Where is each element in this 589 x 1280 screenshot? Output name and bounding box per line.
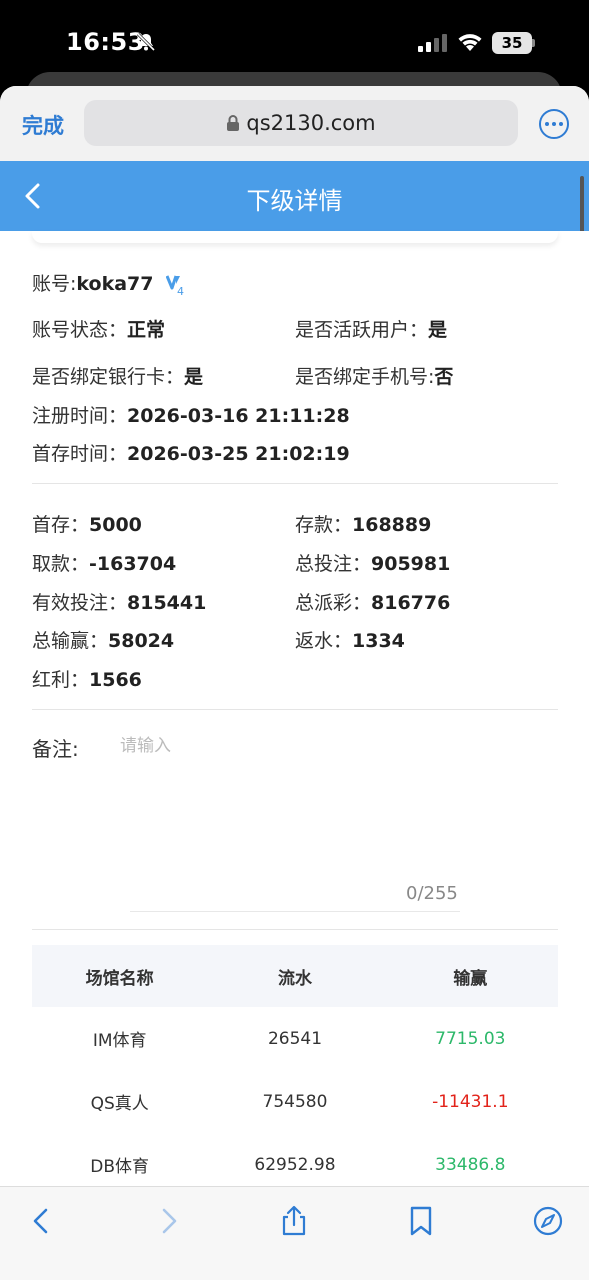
page-title: 下级详情 [246, 187, 343, 215]
stat-value: -163704 [89, 553, 177, 575]
table-header: 场馆名称 流水 输赢 [32, 945, 558, 1007]
first-deposit-time-label: 首存时间： [32, 443, 128, 465]
status-label: 账号状态： [32, 319, 128, 341]
active-label: 是否活跃用户： [295, 319, 429, 341]
stat-label: 有效投注： [32, 592, 128, 614]
safari-top-bar: 完成 qs2130.com [0, 86, 589, 161]
wifi-icon [458, 34, 482, 51]
bell-slash-icon [136, 32, 156, 52]
stat-deposit: 存款：168889 [295, 510, 431, 537]
bank-label: 是否绑定银行卡： [32, 366, 185, 388]
cell-turnover: 62952.98 [254, 1154, 336, 1175]
battery-nub [532, 39, 535, 47]
cell-turnover: 26541 [267, 1028, 323, 1049]
share-icon[interactable] [278, 1205, 310, 1237]
stat-valid-bet: 有效投注：815441 [32, 588, 206, 615]
remark-underline [130, 911, 460, 912]
cell-winloss: 33486.8 [435, 1154, 506, 1175]
stat-label: 总派彩： [295, 592, 372, 614]
phone-label: 是否绑定手机号: [295, 366, 435, 388]
stat-bonus: 红利：1566 [32, 665, 142, 692]
divider [32, 483, 558, 484]
register-time-label: 注册时间： [32, 405, 128, 427]
stat-total-bet: 总投注：905981 [295, 549, 450, 576]
stat-value: 168889 [352, 514, 432, 536]
cell-venue: IM体育 [92, 1031, 147, 1051]
account-row: 账号:koka77 4 [32, 269, 186, 296]
safari-forward-icon[interactable] [152, 1205, 184, 1237]
stat-label: 存款： [295, 514, 353, 536]
header-winloss: 输赢 [453, 968, 488, 989]
stat-total-winloss: 总输赢：58024 [32, 626, 174, 653]
cell-venue: DB体育 [90, 1157, 150, 1177]
stat-value: 5000 [89, 514, 142, 536]
card-edge [32, 231, 558, 243]
url-text: qs2130.com [246, 111, 376, 135]
account-value: koka77 [76, 273, 154, 295]
more-icon[interactable] [539, 109, 569, 139]
stat-label: 取款： [32, 553, 90, 575]
remark-counter: 0/255 [406, 883, 458, 904]
stat-label: 总投注： [295, 553, 372, 575]
battery-indicator: 35 [492, 32, 532, 54]
header-venue: 场馆名称 [85, 968, 154, 989]
cell-turnover: 754580 [262, 1091, 328, 1112]
status-row: 账号状态：正常 [32, 315, 165, 342]
status-value: 正常 [127, 319, 166, 341]
stat-value: 816776 [371, 592, 451, 614]
status-time: 16:53 [66, 28, 145, 56]
phone-row: 是否绑定手机号:否 [295, 362, 453, 389]
stat-withdraw: 取款：-163704 [32, 549, 176, 576]
account-label: 账号: [32, 273, 77, 295]
safari-toolbar [0, 1186, 589, 1280]
vip-icon: 4 [165, 274, 184, 296]
compass-icon[interactable] [532, 1205, 564, 1237]
stat-first-deposit: 首存：5000 [32, 510, 142, 537]
active-row: 是否活跃用户：是 [295, 315, 447, 342]
stat-value: 815441 [127, 592, 207, 614]
detail-content: 账号:koka77 4 账号状态：正常 是否活跃用户：是 是否绑定银行卡：是 是… [0, 231, 589, 1191]
first-deposit-time-value: 2026-03-25 21:02:19 [127, 443, 350, 465]
app-header: 下级详情 [0, 161, 589, 231]
cell-winloss: 7715.03 [435, 1028, 506, 1049]
lock-icon [227, 115, 240, 131]
stat-total-payout: 总派彩：816776 [295, 588, 450, 615]
table-row: IM体育 26541 7715.03 [32, 1007, 558, 1070]
header-turnover: 流水 [277, 968, 312, 989]
register-time-value: 2026-03-16 21:11:28 [127, 405, 350, 427]
register-time-row: 注册时间：2026-03-16 21:11:28 [32, 401, 350, 428]
phone-value: 否 [434, 366, 454, 388]
active-value: 是 [428, 319, 448, 341]
first-deposit-time-row: 首存时间：2026-03-25 21:02:19 [32, 439, 350, 466]
stat-label: 返水： [295, 630, 353, 652]
cell-venue: QS真人 [90, 1094, 149, 1114]
url-field[interactable]: qs2130.com [84, 100, 518, 146]
done-button[interactable]: 完成 [22, 110, 64, 140]
vip-level: 4 [177, 285, 184, 296]
stat-value: 1334 [352, 630, 405, 652]
venue-table: 场馆名称 流水 输赢 IM体育 26541 7715.03 QS真人 75458… [32, 945, 558, 1196]
stat-rebate: 返水：1334 [295, 626, 405, 653]
browser-sheet: 完成 qs2130.com 下级详情 账号:koka77 4 账号状态：正常 是… [0, 86, 589, 1280]
bank-row: 是否绑定银行卡：是 [32, 362, 203, 389]
remark-label: 备注: [32, 737, 79, 761]
bookmark-icon[interactable] [405, 1205, 437, 1237]
safari-back-icon[interactable] [26, 1205, 58, 1237]
divider [32, 709, 558, 710]
stat-value: 905981 [371, 553, 451, 575]
stat-label: 首存： [32, 514, 90, 536]
signal-icon [418, 34, 447, 52]
stat-label: 总输赢： [32, 630, 109, 652]
table-row: QS真人 754580 -11431.1 [32, 1070, 558, 1133]
divider [32, 929, 558, 930]
cell-winloss: -11431.1 [432, 1091, 509, 1112]
stat-value: 1566 [89, 669, 142, 691]
bank-value: 是 [184, 366, 204, 388]
stat-label: 红利： [32, 669, 90, 691]
stat-value: 58024 [108, 630, 175, 652]
